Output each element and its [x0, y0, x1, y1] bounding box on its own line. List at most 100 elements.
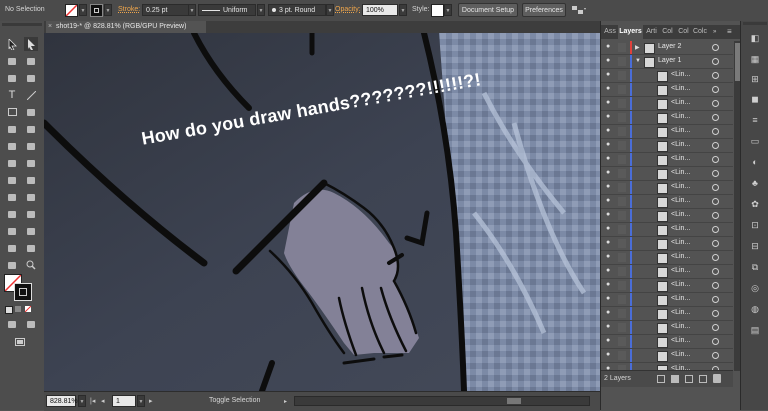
artboard-field[interactable]: 1: [112, 395, 136, 407]
target-circle-icon[interactable]: [712, 184, 719, 191]
swatches-panel-icon[interactable]: ▦: [750, 54, 760, 64]
lock-icon[interactable]: [618, 57, 626, 66]
eye-icon[interactable]: ●: [606, 113, 613, 120]
target-circle-icon[interactable]: [712, 282, 719, 289]
zoom-dropdown[interactable]: ▼: [78, 395, 86, 407]
stroke-weight-dropdown[interactable]: ▼: [188, 4, 196, 16]
target-panel-icon[interactable]: ◎: [750, 283, 760, 293]
eye-icon[interactable]: ●: [606, 197, 613, 204]
target-circle-icon[interactable]: [712, 198, 719, 205]
brush-dropdown[interactable]: ▼: [326, 4, 334, 16]
color-panel-icon[interactable]: ◧: [750, 33, 760, 43]
default-colors-icon[interactable]: [5, 306, 13, 314]
target-circle-icon[interactable]: [712, 254, 719, 261]
pencil-tool-icon[interactable]: [5, 122, 19, 136]
lock-icon[interactable]: [618, 295, 626, 304]
selection-tool-icon[interactable]: [5, 37, 19, 51]
style-swatch[interactable]: [431, 4, 444, 17]
stroke-color-box[interactable]: [14, 283, 32, 301]
new-layer-icon[interactable]: [699, 375, 707, 383]
sublayer-row[interactable]: ● <Lin...: [601, 111, 733, 125]
eye-icon[interactable]: ●: [606, 309, 613, 316]
draw-normal-icon[interactable]: [5, 317, 19, 331]
lock-icon[interactable]: [618, 309, 626, 318]
sublayer-row[interactable]: ● <Lin...: [601, 321, 733, 335]
brush-field[interactable]: 3 pt. Round: [268, 4, 326, 16]
gradient-tool-icon[interactable]: [24, 190, 38, 204]
scissors-tool-icon[interactable]: [24, 122, 38, 136]
lock-icon[interactable]: [618, 141, 626, 150]
sublayer-row[interactable]: ● <Lin...: [601, 83, 733, 97]
target-circle-icon[interactable]: [712, 128, 719, 135]
eye-icon[interactable]: ●: [606, 169, 613, 176]
sublayer-row[interactable]: ● <Lin...: [601, 195, 733, 209]
target-circle-icon[interactable]: [712, 72, 719, 79]
align-panel-icon[interactable]: ⊟: [750, 241, 760, 251]
lock-icon[interactable]: [618, 281, 626, 290]
tab-color-themes[interactable]: Colc: [692, 25, 708, 39]
sublayer-row[interactable]: ● <Lin...: [601, 279, 733, 293]
toggle-selection-label[interactable]: Toggle Selection: [209, 397, 260, 404]
transform-panel-icon[interactable]: ⊡: [750, 220, 760, 230]
tab-artboards[interactable]: Arti: [644, 25, 659, 39]
eye-icon[interactable]: ●: [606, 99, 613, 106]
target-circle-icon[interactable]: [712, 268, 719, 275]
lock-icon[interactable]: [618, 71, 626, 80]
profile-dropdown[interactable]: ▼: [257, 4, 265, 16]
eye-icon[interactable]: ●: [606, 141, 613, 148]
eye-icon[interactable]: ●: [606, 183, 613, 190]
type-tool-icon[interactable]: T: [5, 88, 19, 102]
eye-icon[interactable]: ●: [606, 127, 613, 134]
lock-icon[interactable]: [618, 337, 626, 346]
style-dropdown[interactable]: ▼: [444, 4, 452, 16]
opacity-label[interactable]: Opacity:: [335, 6, 361, 13]
stroke-dropdown[interactable]: ▼: [104, 4, 112, 16]
symbol-sprayer-tool-icon[interactable]: [5, 224, 19, 238]
symbols-panel-icon[interactable]: ✿: [750, 199, 760, 209]
screen-mode-icon[interactable]: [13, 335, 27, 349]
target-circle-icon[interactable]: [712, 170, 719, 177]
lock-icon[interactable]: [618, 99, 626, 108]
document-setup-button[interactable]: Document Setup: [458, 3, 518, 17]
eye-icon[interactable]: ●: [606, 253, 613, 260]
previous-artboard-icon[interactable]: |◂: [90, 396, 98, 407]
sublayer-row[interactable]: ● <Lin...: [601, 181, 733, 195]
pen-tool-icon[interactable]: [5, 71, 19, 85]
sublayer-row[interactable]: ● <Lin...: [601, 265, 733, 279]
profile-field[interactable]: Uniform: [198, 4, 256, 16]
pathfinder-panel-icon[interactable]: ⧉: [750, 262, 760, 272]
lock-icon[interactable]: [618, 197, 626, 206]
layer-row[interactable]: ● ▼ Layer 1: [601, 55, 733, 69]
horizontal-scrollbar[interactable]: [294, 396, 590, 406]
eye-icon[interactable]: ●: [606, 267, 613, 274]
paintbrush-tool-icon[interactable]: [24, 105, 38, 119]
target-circle-icon[interactable]: [712, 44, 719, 51]
lock-icon[interactable]: [618, 127, 626, 136]
target-circle-icon[interactable]: [712, 156, 719, 163]
stroke-label[interactable]: Stroke:: [118, 6, 140, 13]
expand-down-icon[interactable]: ▼: [635, 58, 641, 64]
lock-icon[interactable]: [618, 85, 626, 94]
sublayer-row[interactable]: ● <Lin...: [601, 167, 733, 181]
sublayer-row[interactable]: ● <Lin...: [601, 153, 733, 167]
eye-icon[interactable]: ●: [606, 295, 613, 302]
sublayer-row[interactable]: ● <Lin...: [601, 139, 733, 153]
target-circle-icon[interactable]: [712, 324, 719, 331]
target-circle-icon[interactable]: [712, 114, 719, 121]
target-circle-icon[interactable]: [712, 352, 719, 359]
direct-selection-tool-icon[interactable]: [24, 37, 38, 51]
width-tool-icon[interactable]: [5, 156, 19, 170]
opacity-field[interactable]: 100%: [362, 4, 398, 16]
slice-tool-icon[interactable]: [24, 241, 38, 255]
tools-grip[interactable]: [2, 23, 42, 26]
eye-icon[interactable]: ●: [606, 71, 613, 78]
lock-icon[interactable]: [618, 169, 626, 178]
lock-icon[interactable]: [618, 351, 626, 360]
delete-layer-icon[interactable]: [713, 374, 721, 383]
gradient-mode-icon[interactable]: [15, 306, 21, 312]
fill-swatch[interactable]: [65, 4, 78, 17]
next-icon[interactable]: ▸: [149, 396, 157, 407]
tab-assets[interactable]: Ass: [602, 25, 618, 39]
lock-icon[interactable]: [618, 155, 626, 164]
new-sublayer-icon[interactable]: [685, 375, 693, 383]
